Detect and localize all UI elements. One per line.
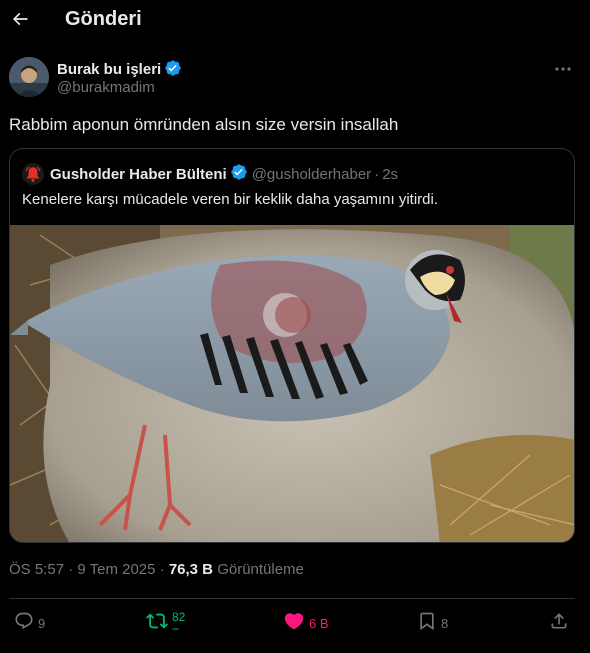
author-name-text: Burak bu işleri	[57, 61, 162, 78]
avatar[interactable]	[9, 57, 49, 97]
quote-image[interactable]	[10, 225, 574, 542]
share-icon	[549, 611, 569, 636]
bookmark-count: 8	[441, 615, 449, 631]
quote-author-handle[interactable]: @gusholderhaber	[252, 166, 371, 183]
reply-count: 9	[38, 615, 46, 631]
back-arrow-icon[interactable]	[9, 8, 31, 30]
like-count: 6 B	[309, 615, 329, 631]
quote-separator: ·	[374, 165, 380, 183]
retweet-button[interactable]: 82 --	[146, 611, 185, 635]
bell-icon[interactable]	[22, 163, 44, 185]
author-handle[interactable]: @burakmadim	[57, 79, 155, 96]
quote-author-name[interactable]: Gusholder Haber Bülteni	[50, 166, 227, 183]
retweet-count-animating: 82 --	[172, 611, 185, 635]
quote-text: Kenelere karşı mücadele veren bir keklik…	[22, 191, 439, 208]
tweet-text: Rabbim aponun ömründen alsın size versin…	[9, 115, 399, 134]
verified-badge-icon	[164, 59, 182, 81]
quote-time[interactable]: 2s	[382, 166, 398, 183]
reply-button[interactable]: 9	[14, 611, 45, 635]
author-display-name[interactable]: Burak bu işleri	[57, 59, 182, 81]
page-title: Gönderi	[65, 8, 142, 30]
quote-header: Gusholder Haber Bülteni @gusholderhaber …	[22, 163, 398, 185]
retweet-count-next: --	[172, 621, 179, 635]
views-label: Görüntüleme	[217, 561, 304, 578]
share-button[interactable]	[549, 611, 569, 635]
more-icon[interactable]	[553, 61, 573, 77]
top-bar: Gönderi	[0, 0, 590, 40]
bookmark-icon	[417, 611, 437, 636]
heart-icon	[283, 610, 305, 637]
reply-icon	[14, 611, 34, 636]
quoted-tweet[interactable]: Gusholder Haber Bülteni @gusholderhaber …	[9, 148, 575, 543]
like-button[interactable]: 6 B	[283, 611, 329, 635]
retweet-icon	[146, 610, 168, 637]
action-bar: 9 82 -- 6 B 8	[0, 599, 590, 653]
views-count: 76,3 B	[168, 561, 214, 578]
tweet-meta: ÖS 5:57 · 9 Tem 2025 · 76,3 B Görüntülem…	[9, 561, 304, 578]
tweet-author: Burak bu işleri @burakmadim	[9, 57, 581, 99]
tweet-timestamp[interactable]: ÖS 5:57 · 9 Tem 2025 ·	[9, 561, 169, 578]
verified-badge-icon	[230, 163, 248, 186]
bookmark-button[interactable]: 8	[417, 611, 448, 635]
